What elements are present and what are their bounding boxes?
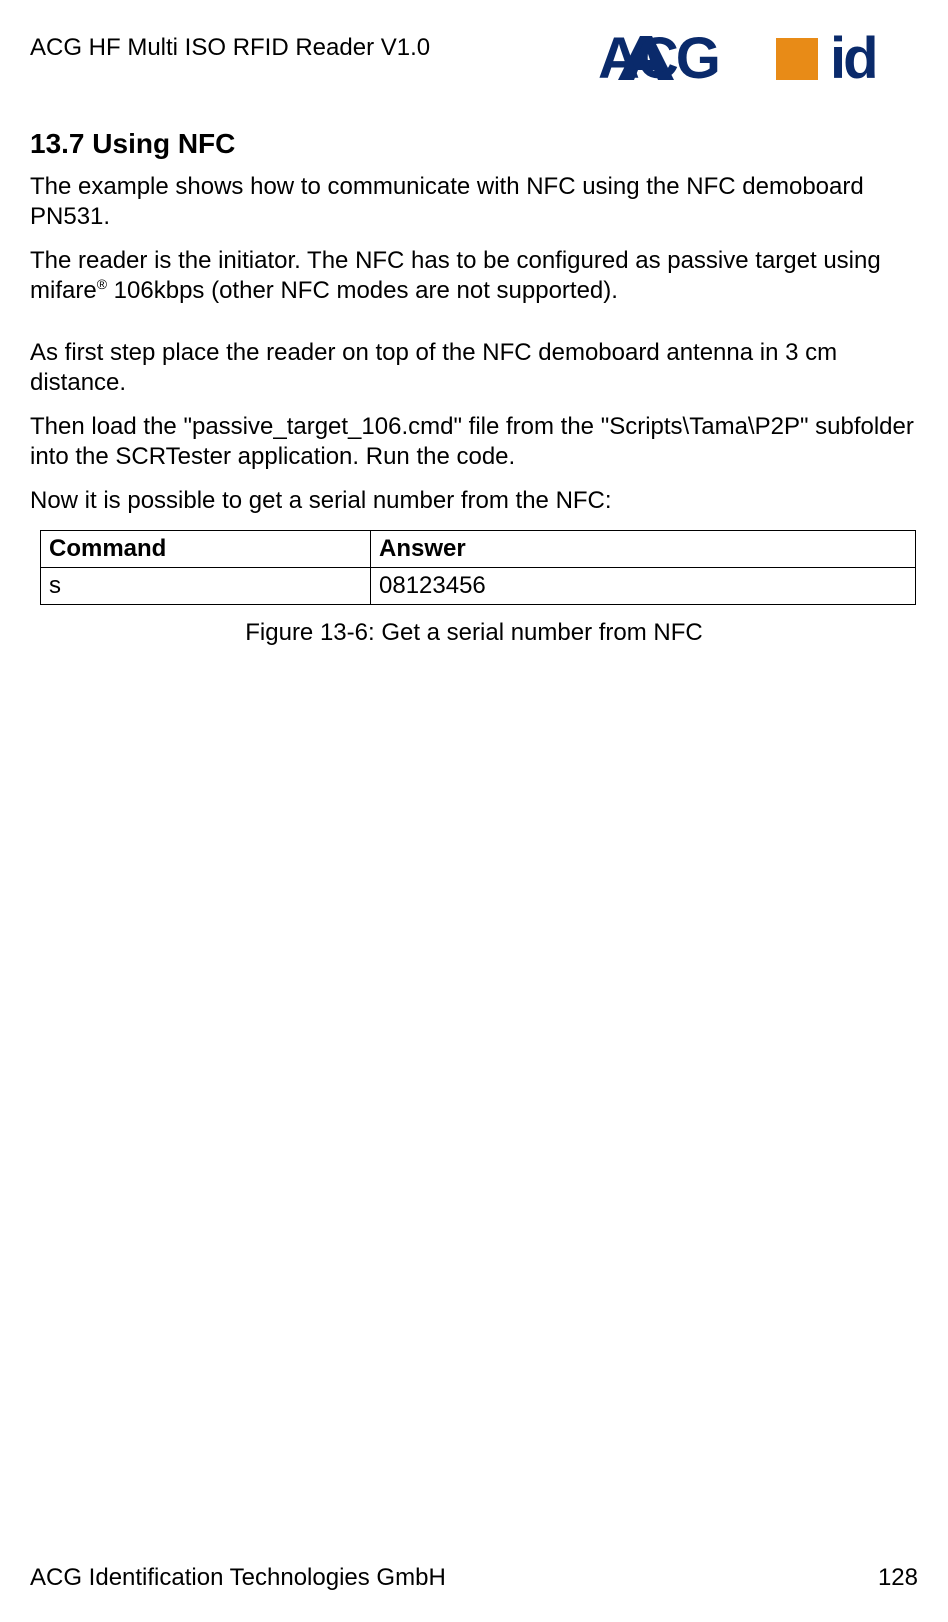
section-heading: 13.7 Using NFC [30,128,918,160]
figure-caption: Figure 13-6: Get a serial number from NF… [30,619,918,647]
page-header: ACG HF Multi ISO RFID Reader V1.0 ACG id [30,30,918,88]
paragraph-intro: The example shows how to communicate wit… [30,172,918,232]
table-row: s 08123456 [41,568,916,605]
acg-logo: ACG id [598,30,918,88]
command-table: Command Answer s 08123456 [40,530,916,605]
table-cell-answer: 08123456 [371,568,916,605]
footer-page-number: 128 [878,1564,918,1592]
acg-logo-icon: ACG id [598,30,918,88]
paragraph-step1: As first step place the reader on top of… [30,338,918,398]
registered-mark: ® [97,276,107,292]
page-footer: ACG Identification Technologies GmbH 128 [30,1564,918,1592]
paragraph-initiator-b: 106kbps (other NFC modes are not support… [107,277,618,304]
logo-main-text: ACG [598,30,718,88]
logo-side-text: id [830,30,876,88]
paragraph-step3: Now it is possible to get a serial numbe… [30,486,918,516]
document-title: ACG HF Multi ISO RFID Reader V1.0 [30,30,430,62]
paragraph-initiator: The reader is the initiator. The NFC has… [30,246,918,306]
table-row: Command Answer [41,531,916,568]
paragraph-step2: Then load the "passive_target_106.cmd" f… [30,412,918,472]
table-header-command: Command [41,531,371,568]
table-header-answer: Answer [371,531,916,568]
table-cell-command: s [41,568,371,605]
footer-org: ACG Identification Technologies GmbH [30,1564,446,1592]
